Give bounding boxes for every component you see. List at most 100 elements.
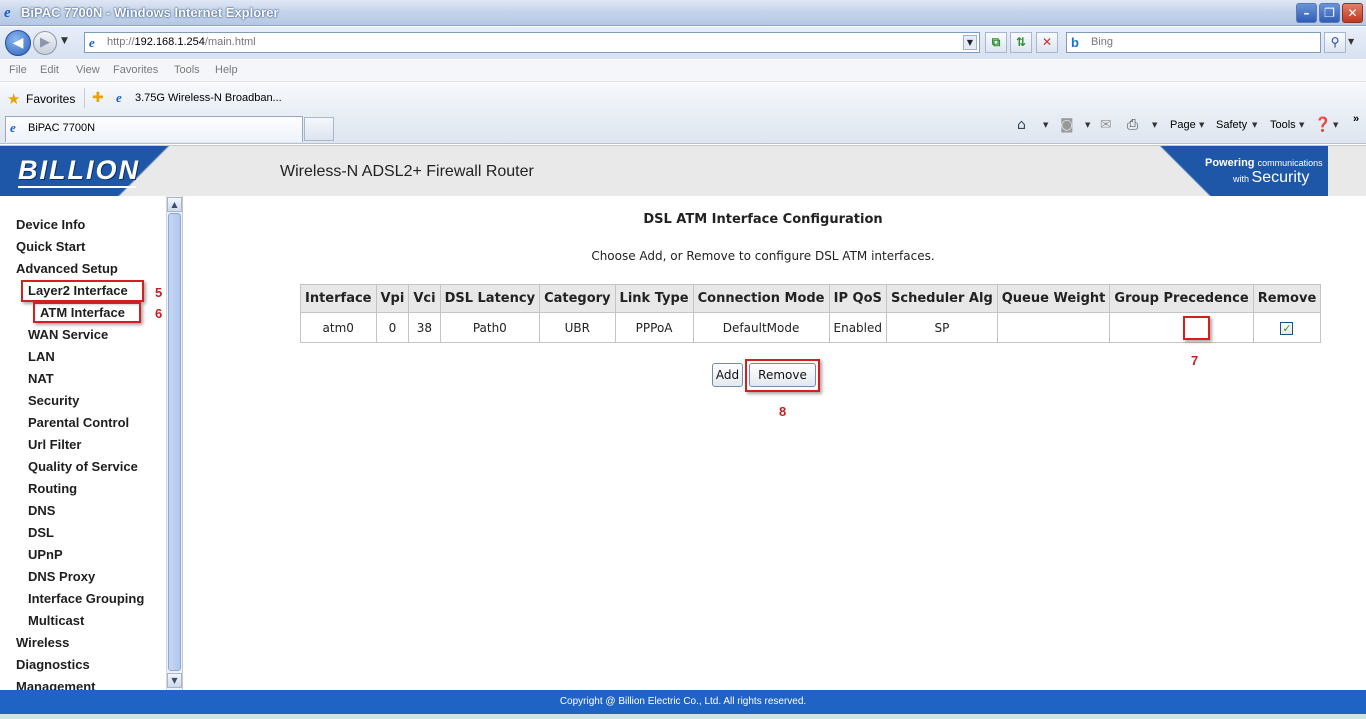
help-icon[interactable]: ❓ (1314, 117, 1331, 133)
col-vci: Vci (408, 284, 441, 313)
search-button[interactable]: ⚲ (1324, 32, 1346, 53)
maximize-button[interactable]: ❐ (1319, 3, 1340, 23)
annotation-box-layer2 (21, 280, 144, 302)
tab-bipac[interactable]: e BiPAC 7700N (5, 116, 303, 142)
sidebar-item-upnp[interactable]: UPnP (28, 547, 63, 562)
sidebar-item-wan-service[interactable]: WAN Service (28, 327, 108, 342)
tools-menu-dropdown-icon[interactable]: ▼ (1299, 121, 1304, 129)
add-button[interactable]: Add (712, 363, 743, 387)
feeds-icon[interactable]: ◙ (1060, 117, 1074, 133)
add-to-favorites-bar-icon[interactable]: ✚ (92, 90, 104, 106)
remove-checkbox[interactable]: ✓ (1280, 321, 1294, 335)
menu-help[interactable]: Help (215, 64, 238, 76)
address-input[interactable]: e http://192.168.1.254/main.html ▼ (84, 32, 980, 53)
read-mail-icon[interactable]: ✉ (1100, 117, 1112, 133)
sidebar-item-security[interactable]: Security (28, 393, 79, 408)
menu-file[interactable]: File (9, 64, 27, 76)
scroll-up-arrow-icon[interactable]: ▲ (167, 197, 182, 212)
safety-menu-dropdown-icon[interactable]: ▼ (1252, 121, 1257, 129)
col-link-type: Link Type (614, 284, 694, 313)
refresh-icon[interactable]: ⇅ (1010, 32, 1032, 53)
annotation-box-remove-button (745, 359, 820, 392)
annotation-box-remove-checkbox (1183, 316, 1210, 340)
billion-logo: BILLION (18, 155, 140, 185)
favorites-star-icon[interactable]: ★ (7, 90, 20, 108)
new-tab-button[interactable] (304, 117, 334, 141)
home-icon[interactable]: ⌂ (1017, 117, 1026, 133)
window-title-bar: e BiPAC 7700N - Windows Internet Explore… (0, 0, 1366, 26)
feeds-dropdown-icon[interactable]: ▼ (1085, 121, 1090, 129)
menu-tools[interactable]: Tools (174, 64, 200, 76)
cell-scheduler-alg: SP (886, 312, 998, 343)
sidebar-item-multicast[interactable]: Multicast (28, 613, 84, 628)
slogan-line-2: with Security (1233, 169, 1310, 186)
cell-vci: 38 (408, 312, 441, 343)
sidebar-item-wireless[interactable]: Wireless (16, 635, 69, 650)
back-button[interactable]: ◀ (5, 30, 31, 56)
sidebar-item-management[interactable]: Management (16, 679, 95, 690)
menu-favorites[interactable]: Favorites (113, 64, 158, 76)
favorites-separator (84, 88, 85, 108)
sidebar-item-interface-grouping[interactable]: Interface Grouping (28, 591, 144, 606)
col-vpi: Vpi (375, 284, 410, 313)
sidebar-item-routing[interactable]: Routing (28, 481, 77, 496)
close-window-button[interactable]: ✕ (1342, 3, 1363, 23)
window-bottom-edge (0, 714, 1366, 719)
menu-view[interactable]: View (76, 64, 100, 76)
cell-interface: atm0 (300, 312, 377, 343)
cell-category: UBR (539, 312, 616, 343)
logo-underline (18, 186, 136, 188)
sidebar-item-parental-control[interactable]: Parental Control (28, 415, 129, 430)
page-menu-dropdown-icon[interactable]: ▼ (1199, 121, 1204, 129)
safety-menu[interactable]: Safety (1216, 119, 1247, 131)
annotation-step-7: 7 (1191, 353, 1199, 368)
menu-bar: File Edit View Favorites Tools Help (0, 60, 1366, 82)
sidebar-item-nat[interactable]: NAT (28, 371, 54, 386)
sidebar-item-device-info[interactable]: Device Info (16, 217, 85, 232)
page-menu[interactable]: Page (1170, 119, 1196, 131)
col-scheduler-alg: Scheduler Alg (886, 284, 998, 313)
table-row: atm0 0 38 Path0 UBR PPPoA DefaultMode En… (300, 312, 1322, 343)
compatibility-view-icon[interactable]: ⧉ (985, 32, 1007, 53)
sidebar-item-dns-proxy[interactable]: DNS Proxy (28, 569, 95, 584)
menu-edit[interactable]: Edit (40, 64, 59, 76)
address-url[interactable]: http://192.168.1.254/main.html (107, 36, 256, 48)
search-options-dropdown-icon[interactable]: ▼ (1348, 37, 1354, 46)
annotation-step-5: 5 (155, 285, 163, 300)
help-dropdown-icon[interactable]: ▼ (1333, 121, 1338, 129)
cell-connection-mode: DefaultMode (692, 312, 830, 343)
search-input[interactable]: b Bing (1066, 32, 1321, 53)
minimize-button[interactable]: – (1296, 3, 1317, 23)
sidebar-scrollbar[interactable]: ▲ ▼ (166, 196, 182, 690)
tools-menu[interactable]: Tools (1270, 119, 1296, 131)
sidebar-item-dns[interactable]: DNS (28, 503, 55, 518)
scrollbar-thumb[interactable] (168, 213, 181, 671)
forward-button[interactable]: ▶ (33, 31, 57, 55)
sidebar-item-diagnostics[interactable]: Diagnostics (16, 657, 90, 672)
page-description: Choose Add, or Remove to configure DSL A… (591, 249, 935, 263)
page-content (0, 145, 1366, 716)
sidebar-item-dsl[interactable]: DSL (28, 525, 54, 540)
sidebar-item-quick-start[interactable]: Quick Start (16, 239, 85, 254)
bing-logo-icon: b (1071, 35, 1079, 50)
col-remove: Remove (1252, 284, 1322, 313)
home-dropdown-icon[interactable]: ▼ (1043, 121, 1048, 129)
print-dropdown-icon[interactable]: ▼ (1152, 121, 1157, 129)
scroll-down-arrow-icon[interactable]: ▼ (167, 673, 182, 688)
sidebar-item-quality-of-service[interactable]: Quality of Service (28, 459, 138, 474)
favorite-link[interactable]: 3.75G Wireless-N Broadban... (135, 92, 282, 104)
address-dropdown-icon[interactable]: ▼ (963, 35, 977, 50)
cell-vpi: 0 (375, 312, 410, 343)
sidebar-item-lan[interactable]: LAN (28, 349, 55, 364)
cell-remove: ✓ (1252, 312, 1322, 343)
product-title: Wireless-N ADSL2+ Firewall Router (280, 163, 534, 180)
sidebar-item-url-filter[interactable]: Url Filter (28, 437, 81, 452)
sidebar-nav: Device Info Quick Start Advanced Setup L… (0, 196, 183, 690)
stop-icon[interactable]: ✕ (1036, 32, 1058, 53)
print-icon[interactable]: ⎙ (1127, 117, 1138, 133)
sidebar-item-advanced-setup[interactable]: Advanced Setup (16, 261, 118, 276)
favorites-button-label[interactable]: Favorites (26, 92, 75, 106)
more-commands-chevron-icon[interactable]: » (1353, 113, 1359, 125)
history-dropdown-icon[interactable]: ▼ (61, 36, 68, 46)
table-header-row: Interface Vpi Vci DSL Latency Category L… (300, 284, 1322, 313)
